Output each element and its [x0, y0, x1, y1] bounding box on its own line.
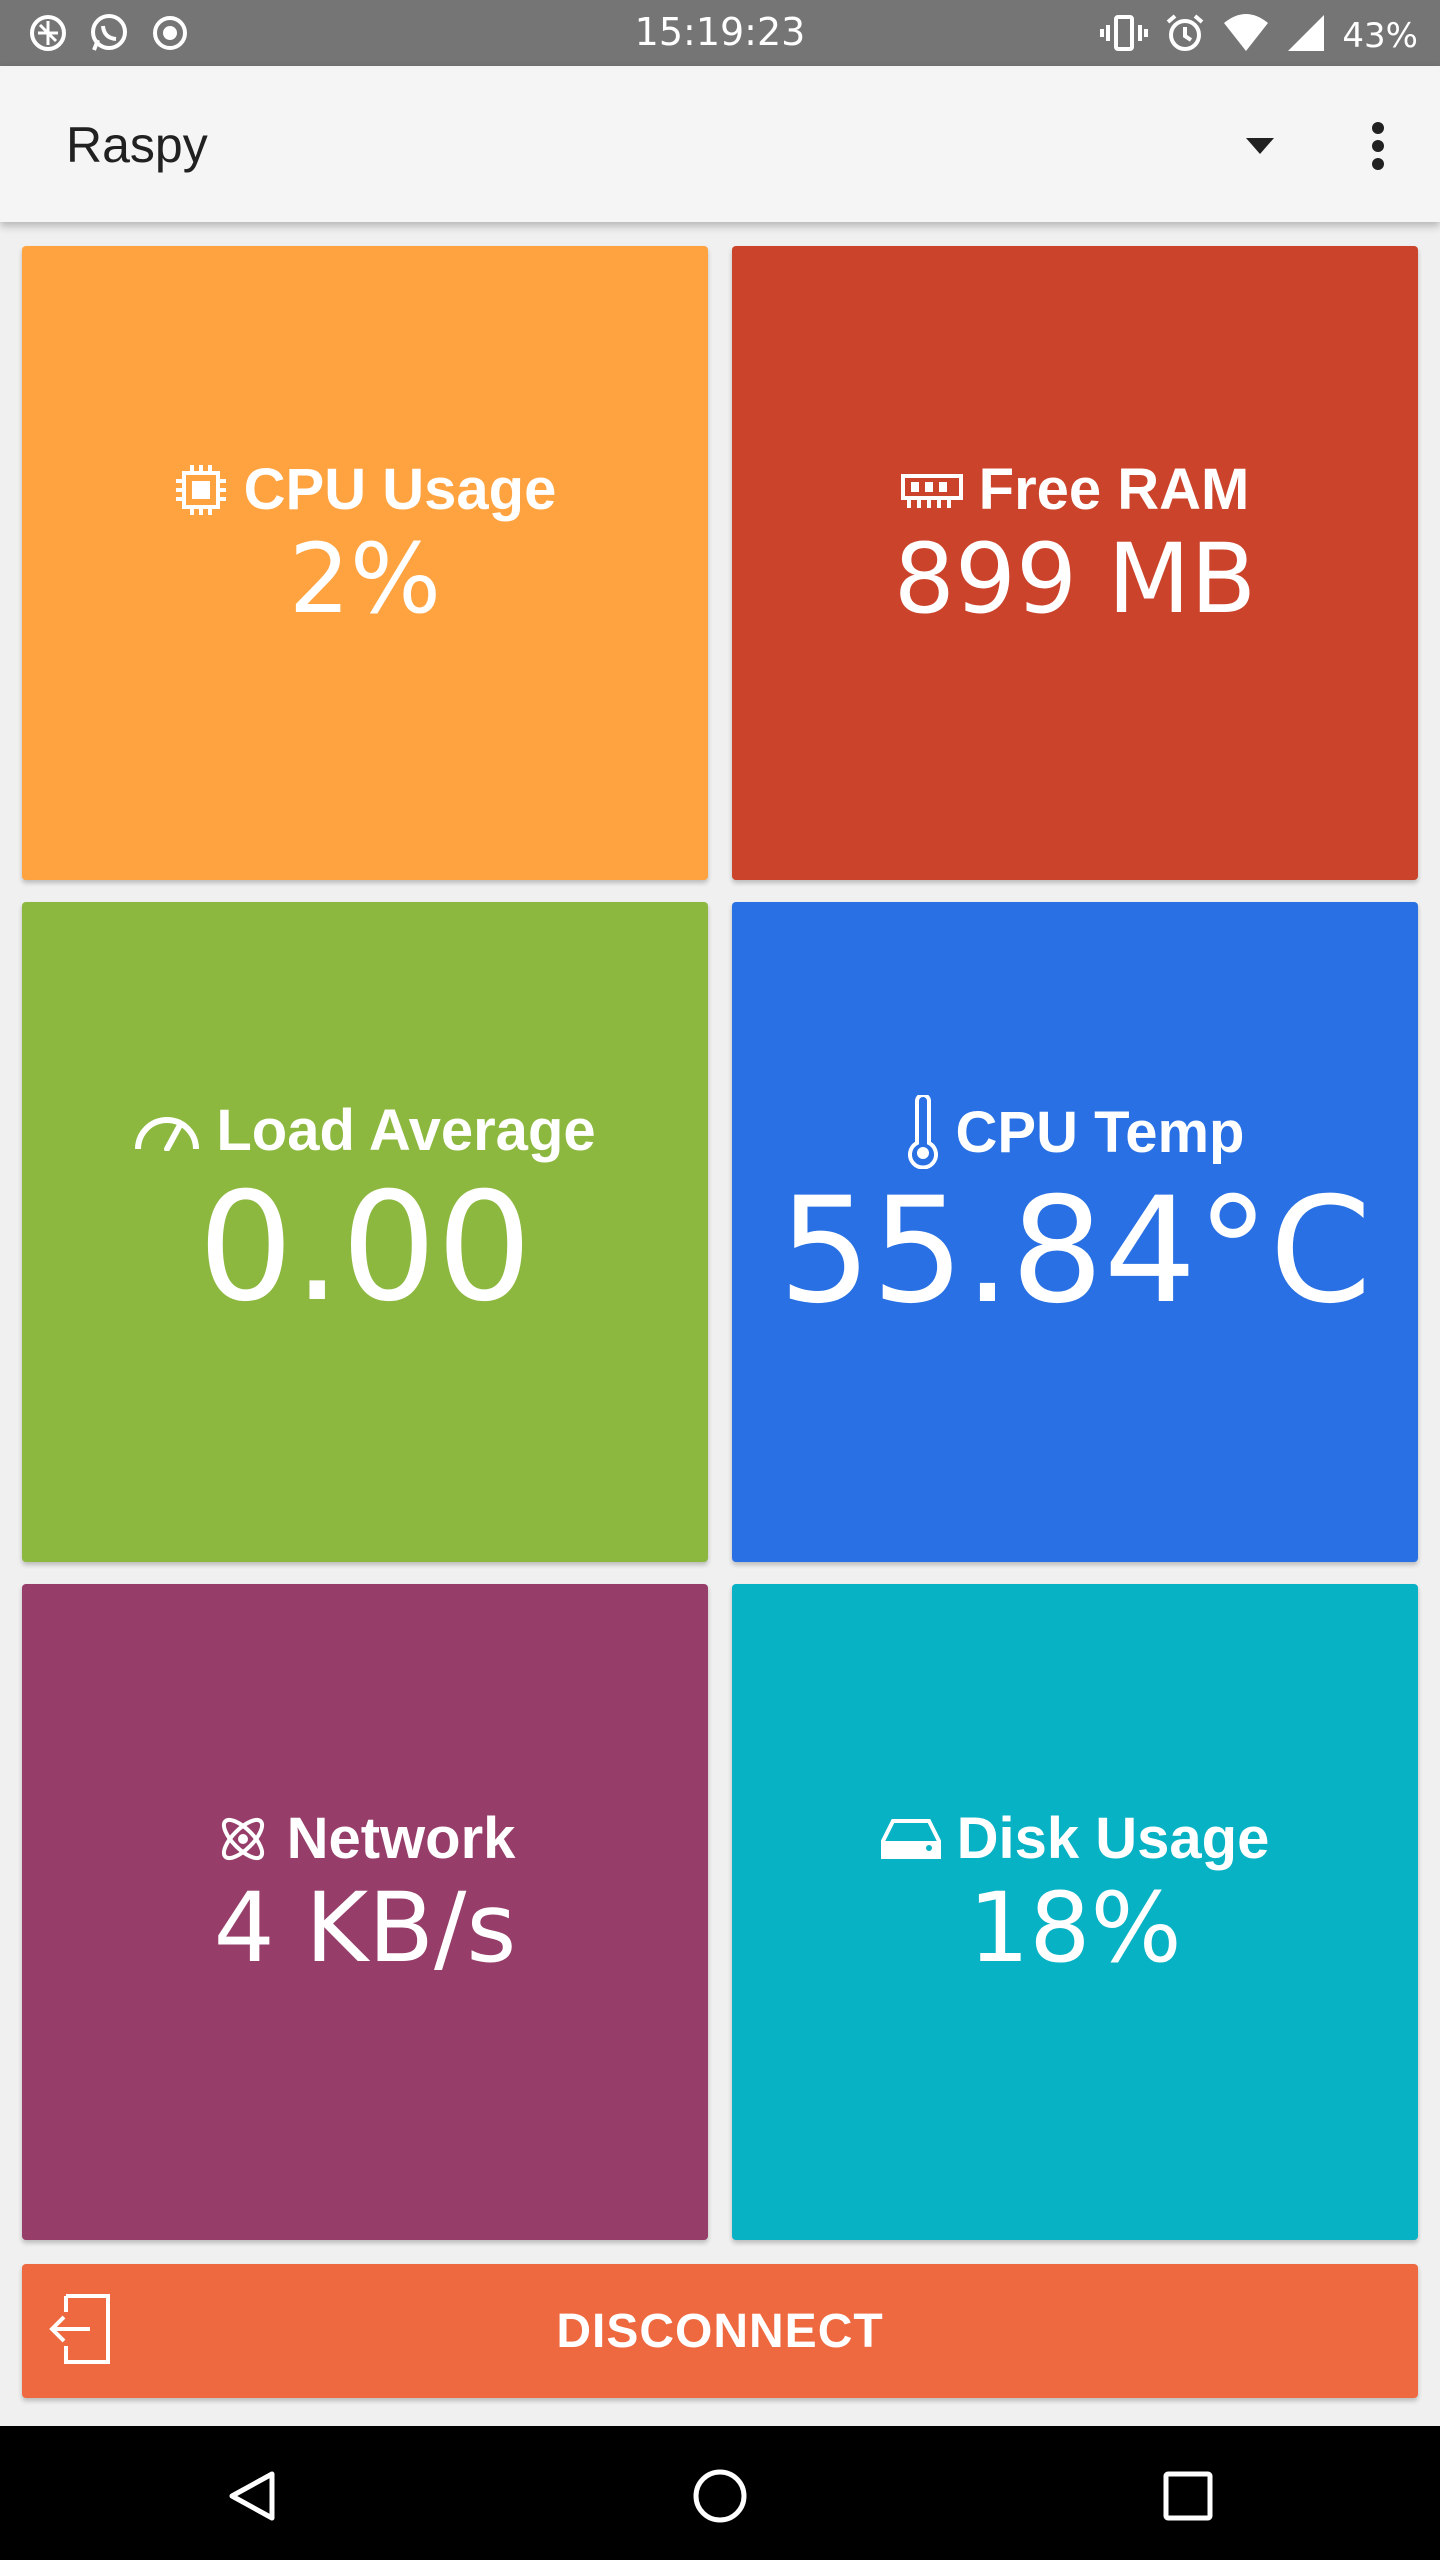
thermometer-icon [907, 1095, 938, 1170]
overflow-menu-button[interactable] [1354, 118, 1402, 174]
tile-title: CPU Usage [243, 457, 557, 523]
status-bar: 15:19:23 43% [0, 0, 1440, 66]
recents-icon [1163, 2471, 1213, 2521]
tile-value: 4 KB/s [213, 1872, 517, 1985]
tile-title: CPU Temp [955, 1099, 1245, 1165]
tile-header: Network [215, 1805, 516, 1872]
tile-free-ram[interactable]: Free RAM 899 MB [732, 246, 1418, 880]
tile-value: 55.84°C [778, 1166, 1372, 1337]
caret-down-icon [1246, 138, 1274, 154]
tile-cpu-usage[interactable]: CPU Usage 2% [22, 246, 708, 880]
more-vert-icon [1372, 122, 1384, 170]
battery-percent: 43% [1342, 15, 1418, 56]
nav-recents-button[interactable] [1148, 2456, 1228, 2536]
cpu-chip-icon [175, 464, 226, 515]
app-title: Raspy [66, 117, 208, 173]
system-nav-bar [0, 2426, 1440, 2560]
tile-header: Load Average [134, 1097, 596, 1164]
tile-value: 899 MB [893, 523, 1257, 636]
memory-icon [900, 473, 963, 508]
back-icon [229, 2471, 275, 2521]
tile-title: Load Average [216, 1097, 596, 1163]
status-icons-right: 43% [1100, 12, 1418, 59]
tile-load-average[interactable]: Load Average 0.00 [22, 902, 708, 1562]
host-dropdown[interactable] [1240, 126, 1280, 166]
tile-title: Disk Usage [956, 1806, 1270, 1872]
wifi-icon [1222, 13, 1270, 58]
app-bar: Raspy [0, 66, 1440, 222]
nav-back-button[interactable] [212, 2456, 292, 2536]
alarm-icon [1164, 12, 1206, 59]
disconnect-button[interactable]: DISCONNECT [22, 2264, 1418, 2398]
tile-value: 2% [288, 523, 442, 636]
tile-disk-usage[interactable]: Disk Usage 18% [732, 1584, 1418, 2240]
tile-cpu-temp[interactable]: CPU Temp 55.84°C [732, 902, 1418, 1562]
disconnect-label: DISCONNECT [556, 2304, 884, 2358]
vibrate-icon [1100, 13, 1149, 58]
signal-icon [1286, 13, 1326, 58]
nav-home-button[interactable] [680, 2456, 760, 2536]
tile-title: Network [286, 1806, 516, 1872]
tile-header: Free RAM [900, 456, 1250, 523]
logout-icon [49, 2294, 110, 2364]
speedometer-icon [135, 1117, 200, 1152]
atom-icon [221, 1817, 264, 1860]
home-icon [693, 2469, 747, 2523]
harddisk-icon [880, 1818, 941, 1859]
tile-value: 0.00 [198, 1160, 532, 1335]
tile-network[interactable]: Network 4 KB/s [22, 1584, 708, 2240]
tile-title: Free RAM [978, 457, 1250, 523]
tile-header: CPU Usage [174, 456, 557, 523]
tile-value: 18% [968, 1872, 1182, 1985]
tile-header: CPU Temp [906, 1095, 1245, 1170]
tile-header: Disk Usage [880, 1805, 1270, 1872]
